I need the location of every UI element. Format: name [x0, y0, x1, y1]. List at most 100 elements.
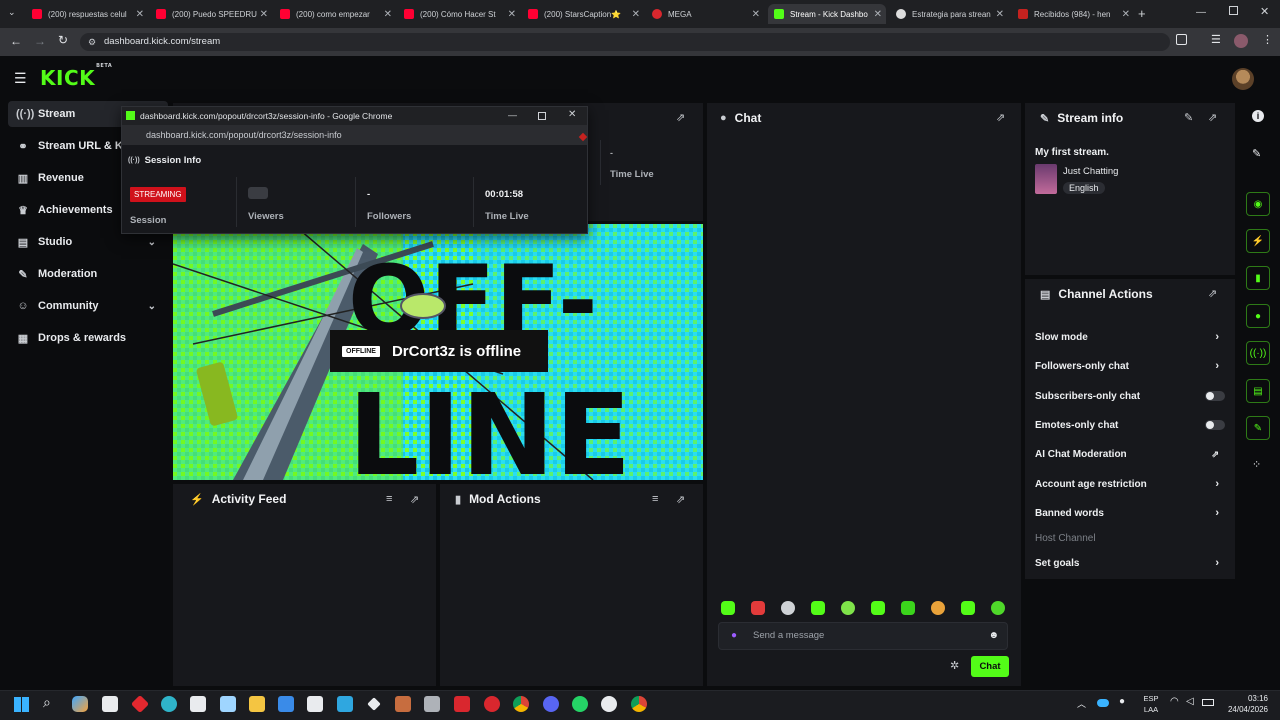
browser-tab[interactable]: Recibidos (984) - hen ✕	[1012, 4, 1134, 24]
browser-tab[interactable]: (200) respuestas celul ✕	[26, 4, 148, 24]
browser-tab[interactable]: (200) Cómo Hacer St ✕	[398, 4, 520, 24]
sidebar-item-community[interactable]: ☺ Community ⌄	[8, 293, 168, 319]
rail-broadcast-button[interactable]: ((·))	[1246, 341, 1270, 365]
kick-logo[interactable]: KICKBETA	[40, 63, 112, 90]
microphone-icon[interactable]: ●	[731, 623, 737, 649]
emote-icon[interactable]	[871, 601, 885, 615]
popout-icon[interactable]: ⇗	[1208, 111, 1217, 124]
app-icon[interactable]	[395, 696, 411, 712]
rail-activity-button[interactable]: ⚡	[1246, 229, 1270, 253]
browser-tab-active[interactable]: Stream - Kick Dashbo ✕	[768, 4, 886, 24]
back-icon[interactable]: ←	[10, 34, 22, 48]
emoji-icon[interactable]: ☻	[988, 623, 999, 649]
app-icon[interactable]	[424, 696, 440, 712]
rail-mod-button[interactable]: ▮	[1246, 266, 1270, 290]
popout-title-bar[interactable]: dashboard.kick.com/popout/drcort3z/sessi…	[122, 107, 587, 125]
edit-pencil-icon[interactable]: ✎	[1184, 111, 1193, 124]
tab-search-button[interactable]: ⌄	[8, 7, 16, 18]
close-tab-icon[interactable]: ✕	[996, 9, 1004, 20]
tab-menu-icon[interactable]: ☰	[1211, 33, 1221, 46]
chat-send-button[interactable]: Chat	[971, 656, 1009, 677]
close-tab-icon[interactable]: ✕	[508, 9, 516, 20]
whatsapp-icon[interactable]	[572, 696, 588, 712]
popout-maximize-button[interactable]	[538, 112, 546, 120]
banned-words-item[interactable]: Banned words ›	[1035, 503, 1225, 523]
ai-chat-moderation-item[interactable]: AI Chat Moderation ⇗	[1035, 444, 1225, 464]
edge-icon[interactable]	[161, 696, 177, 712]
close-tab-icon[interactable]: ✕	[752, 9, 760, 20]
app-icon[interactable]	[601, 696, 617, 712]
rail-actions-button[interactable]: ▤	[1246, 379, 1270, 403]
show-hidden-icons[interactable]: ︿	[1077, 697, 1086, 710]
slow-mode-item[interactable]: Slow mode ›	[1035, 327, 1225, 347]
wifi-icon[interactable]: ◠	[1170, 696, 1179, 707]
maximize-window-button[interactable]	[1229, 6, 1238, 15]
volume-icon[interactable]: ◁	[1186, 696, 1194, 707]
forward-icon[interactable]: →	[34, 34, 46, 48]
info-icon[interactable]: i	[1252, 110, 1264, 122]
browser-tab[interactable]: (200) como empezar ✕	[274, 4, 396, 24]
browser-tab[interactable]: (200) Puedo SPEEDRU ✕	[150, 4, 272, 24]
windows-start-icon[interactable]	[14, 697, 29, 712]
chat-message-input[interactable]: ● Send a message ☻	[718, 622, 1008, 650]
microphone-tray-icon[interactable]: ●	[1119, 696, 1125, 707]
followers-only-item[interactable]: Followers-only chat ›	[1035, 356, 1225, 376]
close-tab-icon[interactable]: ✕	[632, 9, 640, 20]
wps-icon[interactable]	[454, 696, 470, 712]
emote-icon[interactable]	[721, 601, 735, 615]
emote-icon[interactable]	[901, 601, 915, 615]
close-tab-icon[interactable]: ✕	[260, 9, 268, 20]
rail-tools-button[interactable]: ✎	[1246, 416, 1270, 440]
notepad-icon[interactable]	[278, 696, 294, 712]
reload-icon[interactable]: ↻	[58, 33, 68, 47]
set-goals-item[interactable]: Set goals ›	[1035, 553, 1225, 573]
popout-icon[interactable]: ⇗	[676, 493, 685, 506]
popout-icon[interactable]: ⇗	[676, 111, 685, 124]
subscribers-only-toggle[interactable]	[1205, 391, 1225, 401]
menu-icon[interactable]: ☰	[14, 70, 27, 87]
onedrive-icon[interactable]	[1097, 699, 1109, 707]
close-tab-icon[interactable]: ✕	[1122, 9, 1130, 20]
site-info-icon[interactable]: ⚙	[88, 33, 96, 51]
rail-session-button[interactable]: ◉	[1246, 192, 1270, 216]
sidebar-item-moderation[interactable]: ✎ Moderation	[8, 261, 168, 287]
emote-icon[interactable]	[811, 601, 825, 615]
browser-tab[interactable]: (200) StarsCaption⭐ ✕	[522, 4, 644, 24]
popout-icon[interactable]: ⇗	[1208, 287, 1217, 300]
store-icon[interactable]	[102, 696, 118, 712]
taskbar-clock[interactable]: 03:16 24/04/2026	[1218, 693, 1268, 715]
file-explorer-icon[interactable]	[249, 696, 265, 712]
browser-tab[interactable]: Estrategia para strean ✕	[890, 4, 1008, 24]
new-tab-button[interactable]: +	[1138, 6, 1146, 21]
popout-icon[interactable]: ⇗	[410, 493, 419, 506]
input-language[interactable]: ESP LAA	[1140, 693, 1162, 715]
user-avatar[interactable]	[1232, 68, 1254, 90]
search-icon[interactable]: ⌕	[43, 694, 51, 711]
close-tab-icon[interactable]: ✕	[136, 9, 144, 20]
emote-icon[interactable]	[781, 601, 795, 615]
filter-icon[interactable]: ≡	[386, 493, 392, 505]
popout-icon[interactable]: ⇗	[996, 111, 1005, 124]
battery-icon[interactable]	[1202, 699, 1214, 706]
capcut-icon[interactable]	[307, 696, 323, 712]
filter-icon[interactable]: ≡	[652, 493, 658, 505]
emote-icon[interactable]	[931, 601, 945, 615]
close-window-button[interactable]: ✕	[1260, 5, 1269, 18]
chrome-icon[interactable]	[631, 696, 647, 712]
category-name[interactable]: Just Chatting	[1063, 166, 1118, 177]
close-tab-icon[interactable]: ✕	[384, 9, 392, 20]
copilot-icon[interactable]	[72, 696, 88, 712]
emote-icon[interactable]	[991, 601, 1005, 615]
emotes-only-toggle[interactable]	[1205, 420, 1225, 430]
chat-settings-icon[interactable]: ✲	[950, 659, 959, 672]
extensions-icon[interactable]	[1176, 34, 1187, 45]
chrome-icon[interactable]	[513, 696, 529, 712]
rail-chat-button[interactable]: ●	[1246, 304, 1270, 328]
more-widgets-icon[interactable]: ⁘	[1252, 458, 1261, 471]
app-icon[interactable]	[190, 696, 206, 712]
app-icon[interactable]	[220, 696, 236, 712]
edit-icon[interactable]: ✎	[1252, 147, 1261, 160]
browser-menu-icon[interactable]: ⋮	[1262, 33, 1273, 46]
app-icon[interactable]	[337, 696, 353, 712]
emote-icon[interactable]	[841, 601, 855, 615]
